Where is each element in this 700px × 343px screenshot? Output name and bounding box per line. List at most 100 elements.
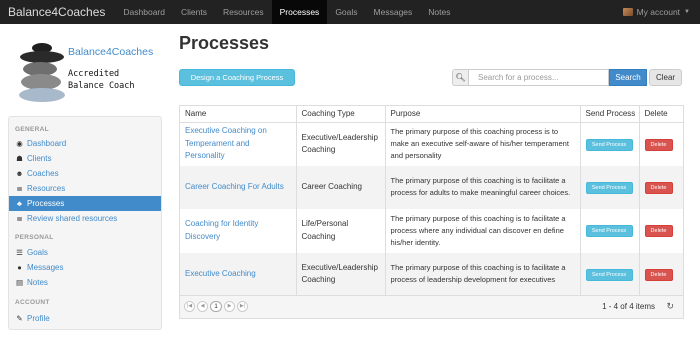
delete-cell: Delete <box>639 122 683 166</box>
sidebar-item-label: Notes <box>27 278 48 287</box>
account-avatar <box>622 8 633 16</box>
sidebar-item-review-shared-resources[interactable]: ≣ Review shared resources <box>9 211 161 226</box>
profile-role-line: Balance Coach <box>68 81 135 91</box>
send-process-button[interactable]: Send Process <box>585 225 633 238</box>
profile-role: Accredited Balance Coach <box>68 68 135 92</box>
search-button[interactable]: Search <box>609 69 647 86</box>
process-name-cell: Executive Coaching <box>180 252 297 296</box>
processes-table: Name Coaching Type Purpose Send Process … <box>179 105 684 319</box>
nav-processes[interactable]: Processes <box>271 0 328 24</box>
table-row: Executive Coaching Executive/Leadership … <box>180 252 683 296</box>
sidebar: GENERAL ◉ Dashboard ☗ Clients ☻ Coaches ≣ Re… <box>8 116 162 330</box>
search-input[interactable] <box>469 69 609 86</box>
column-header-delete[interactable]: Delete <box>639 106 683 123</box>
purpose-cell: The primary purpose of this coaching is … <box>385 165 581 209</box>
column-header-name[interactable]: Name <box>180 106 297 123</box>
purpose-cell: The primary purpose of this coaching is … <box>385 252 581 296</box>
table-row: Career Coaching For Adults Career Coachi… <box>180 165 683 209</box>
sidebar-item-notes[interactable]: ▤ Notes <box>9 275 161 290</box>
sidebar-item-label: Goals <box>27 248 48 257</box>
sidebar-item-label: Profile <box>27 314 50 323</box>
comments-icon: ● <box>17 263 22 272</box>
delete-cell: Delete <box>639 165 683 209</box>
list-icon: ☰ <box>16 248 23 257</box>
table-row: Coaching for Identity Discovery Life/Per… <box>180 209 683 253</box>
purpose-cell: The primary purpose of this coaching pro… <box>385 122 581 166</box>
profile-name[interactable]: Balance4Coaches <box>68 46 153 58</box>
nav-messages[interactable]: Messages <box>366 0 421 24</box>
send-process-cell: Send Process <box>580 252 640 296</box>
page-title: Processes <box>179 33 270 53</box>
sidebar-item-resources[interactable]: ≣ Resources <box>9 181 161 196</box>
sidebar-item-label: Review shared resources <box>27 214 118 223</box>
send-process-cell: Send Process <box>580 209 640 253</box>
column-header-purpose[interactable]: Purpose <box>385 106 581 123</box>
design-process-button[interactable]: Design a Coaching Process <box>179 69 295 86</box>
sidebar-item-coaches[interactable]: ☻ Coaches <box>9 166 161 181</box>
users-icon: ☗ <box>16 154 23 163</box>
process-icon: ♣ <box>17 199 22 208</box>
profile-card: Balance4Coaches Accredited Balance Coach <box>8 38 162 108</box>
database-icon: ≣ <box>16 214 23 223</box>
sidebar-item-dashboard[interactable]: ◉ Dashboard <box>9 136 161 151</box>
sidebar-item-profile[interactable]: ✎ Profile <box>9 311 161 326</box>
profile-role-line: Accredited <box>68 69 120 79</box>
database-icon: ≣ <box>16 184 23 193</box>
coaching-type-cell: Executive/Leadership Coaching <box>296 122 386 166</box>
pager: |◀ ◀ 1 ▶ ▶| <box>184 301 248 312</box>
process-name-cell: Executive Coaching on Temperament and Pe… <box>180 122 297 166</box>
sidebar-heading-general: GENERAL <box>15 126 49 133</box>
send-process-cell: Send Process <box>580 122 640 166</box>
delete-cell: Delete <box>639 252 683 296</box>
nav-resources[interactable]: Resources <box>215 0 272 24</box>
table-row: Executive Coaching on Temperament and Pe… <box>180 122 683 166</box>
caret-down-icon: ▼ <box>684 9 690 15</box>
pager-bar: |◀ ◀ 1 ▶ ▶| 1 - 4 of 4 items ↻ <box>180 295 683 318</box>
sidebar-item-goals[interactable]: ☰ Goals <box>9 245 161 260</box>
process-name-cell: Coaching for Identity Discovery <box>180 209 297 253</box>
delete-button[interactable]: Delete <box>644 268 673 281</box>
brand-logo[interactable]: Balance4Coaches <box>0 0 115 24</box>
sidebar-item-label: Processes <box>27 199 65 208</box>
nav-goals[interactable]: Goals <box>327 0 365 24</box>
refresh-icon[interactable]: ↻ <box>666 301 674 312</box>
delete-button[interactable]: Delete <box>644 225 673 238</box>
delete-button[interactable]: Delete <box>644 138 673 151</box>
sidebar-item-label: Messages <box>27 263 64 272</box>
current-page-button[interactable]: 1 <box>210 301 222 312</box>
prev-page-icon[interactable]: ◀ <box>197 301 208 312</box>
sidebar-item-label: Resources <box>27 184 66 193</box>
balance-stones-logo <box>19 43 65 102</box>
column-header-send-process[interactable]: Send Process <box>580 106 640 123</box>
nav-notes[interactable]: Notes <box>420 0 458 24</box>
nav-clients[interactable]: Clients <box>173 0 215 24</box>
process-name-link[interactable]: Career Coaching For Adults <box>185 182 284 191</box>
send-process-cell: Send Process <box>580 165 640 209</box>
coaching-type-cell: Executive/Leadership Coaching <box>296 252 386 296</box>
clear-button[interactable]: Clear <box>649 69 682 86</box>
delete-button[interactable]: Delete <box>644 181 673 194</box>
send-process-button[interactable]: Send Process <box>585 181 633 194</box>
sidebar-heading-account: ACCOUNT <box>15 299 50 306</box>
search-icon: 🔍︎ <box>452 69 469 86</box>
top-navbar: Balance4Coaches Dashboard Clients Resour… <box>0 0 700 24</box>
items-count: 1 - 4 of 4 items <box>602 302 655 311</box>
user-icon: ☻ <box>15 169 24 178</box>
process-name-link[interactable]: Coaching for Identity Discovery <box>185 219 258 241</box>
last-page-icon[interactable]: ▶| <box>237 301 248 312</box>
nav-dashboard[interactable]: Dashboard <box>115 0 173 24</box>
process-name-link[interactable]: Executive Coaching <box>185 269 256 278</box>
sidebar-item-processes[interactable]: ♣ Processes <box>9 196 161 211</box>
send-process-button[interactable]: Send Process <box>585 268 633 281</box>
account-menu[interactable]: My account ▼ <box>622 0 690 24</box>
coaching-type-cell: Life/Personal Coaching <box>296 209 386 253</box>
sidebar-item-label: Dashboard <box>27 139 67 148</box>
first-page-icon[interactable]: |◀ <box>184 301 195 312</box>
column-header-coaching-type[interactable]: Coaching Type <box>296 106 386 123</box>
sidebar-item-clients[interactable]: ☗ Clients <box>9 151 161 166</box>
process-name-link[interactable]: Executive Coaching on Temperament and Pe… <box>185 126 267 160</box>
edit-icon: ✎ <box>16 314 23 323</box>
next-page-icon[interactable]: ▶ <box>224 301 235 312</box>
sidebar-item-messages[interactable]: ● Messages <box>9 260 161 275</box>
send-process-button[interactable]: Send Process <box>585 138 633 151</box>
